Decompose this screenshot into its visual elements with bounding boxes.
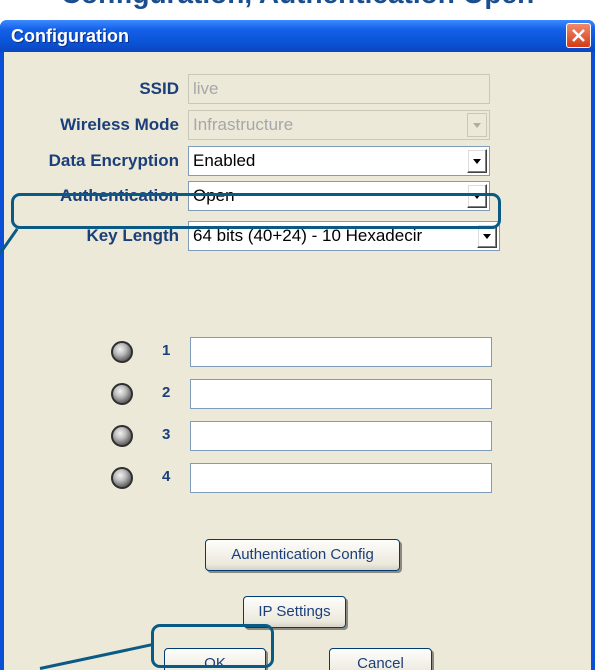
key-length-label: Key Length [86, 226, 179, 245]
authentication-value: Open [193, 186, 235, 205]
ip-settings-button[interactable]: IP Settings [243, 596, 346, 628]
dialog-body: SSID live Wireless Mode Infrastructure D… [4, 52, 591, 670]
ssid-field[interactable]: live [188, 74, 490, 104]
key-1-input[interactable] [190, 337, 492, 367]
key-length-select[interactable]: 64 bits (40+24) - 10 Hexadecir [188, 221, 500, 251]
key-length-value: 64 bits (40+24) - 10 Hexadecir [193, 226, 423, 245]
chevron-down-icon[interactable] [467, 113, 487, 137]
key-1-radio[interactable] [111, 341, 133, 363]
chevron-down-icon[interactable] [467, 184, 487, 208]
key-2-input[interactable] [190, 379, 492, 409]
configuration-window: Configuration SSID live Wireless Mode In… [0, 20, 595, 670]
chevron-down-icon[interactable] [477, 224, 497, 248]
data-encryption-label: Data Encryption [48, 151, 179, 170]
close-x-icon [572, 29, 585, 42]
authentication-config-button[interactable]: Authentication Config [205, 539, 400, 571]
authentication-label: Authentication [60, 186, 179, 205]
page-caption: Configuration, Authentication Open [0, 0, 595, 18]
key-4-number: 4 [162, 468, 171, 485]
wireless-mode-value: Infrastructure [193, 115, 294, 134]
window-title: Configuration [11, 26, 129, 46]
title-bar: Configuration [0, 20, 595, 52]
ssid-label: SSID [139, 79, 179, 98]
key-4-input[interactable] [190, 463, 492, 493]
key-3-number: 3 [162, 426, 171, 443]
authentication-select[interactable]: Open [188, 181, 490, 211]
close-button[interactable] [566, 23, 591, 48]
cancel-button[interactable]: Cancel [329, 648, 432, 670]
key-4-radio[interactable] [111, 467, 133, 489]
key-2-number: 2 [162, 384, 171, 401]
chevron-down-icon[interactable] [467, 149, 487, 173]
key-1-number: 1 [162, 342, 171, 359]
data-encryption-select[interactable]: Enabled [188, 146, 490, 176]
wireless-mode-select[interactable]: Infrastructure [188, 110, 490, 140]
wireless-mode-label: Wireless Mode [60, 115, 179, 134]
screenshot-stage: Configuration, Authentication Open Confi… [0, 0, 595, 670]
ok-button[interactable]: OK [164, 648, 266, 670]
key-3-input[interactable] [190, 421, 492, 451]
key-3-radio[interactable] [111, 425, 133, 447]
key-2-radio[interactable] [111, 383, 133, 405]
data-encryption-value: Enabled [193, 151, 256, 170]
